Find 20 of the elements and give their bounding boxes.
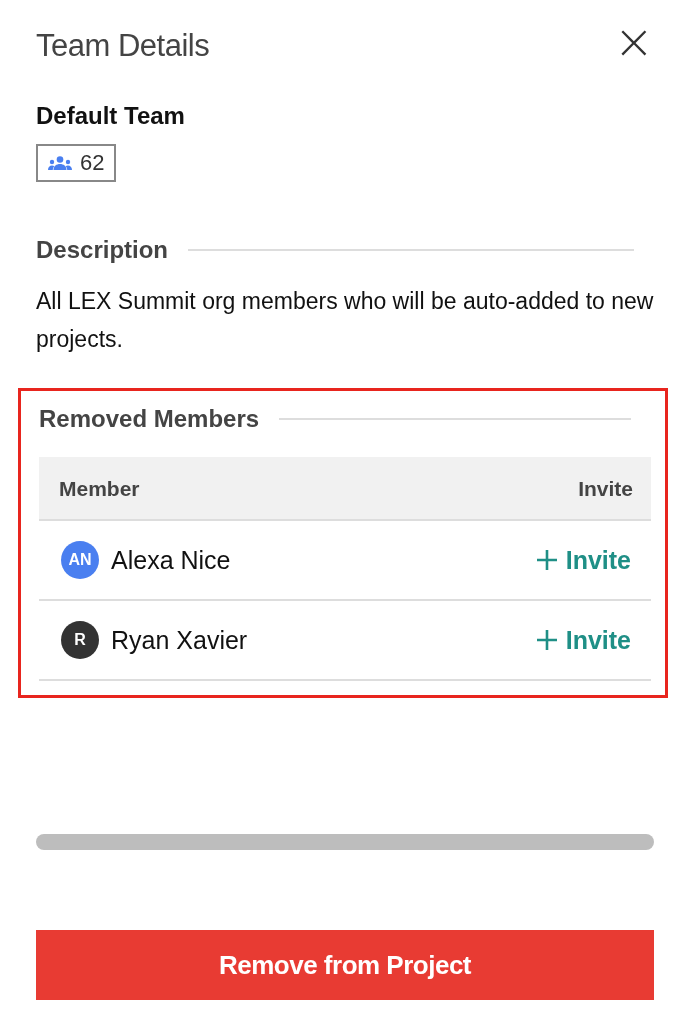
section-heading: Description xyxy=(36,236,169,264)
column-header: Member xyxy=(59,477,140,501)
description-text: All LEX Summit org members who will be auto-added to new projects. xyxy=(36,287,654,354)
plus-icon xyxy=(535,629,558,651)
close-button[interactable]: × xyxy=(613,24,654,58)
avatar: AN xyxy=(61,541,99,579)
invite-button[interactable]: Invite xyxy=(535,625,631,655)
invite-button[interactable]: Invite xyxy=(535,545,631,575)
column-header: Invite xyxy=(578,477,633,501)
plus-icon xyxy=(535,549,558,571)
remove-button[interactable]: Remove from Project xyxy=(36,930,654,1000)
count-text: 62 xyxy=(80,150,105,176)
member-name: Ryan Xavier xyxy=(111,625,249,655)
panel-title: Team Details xyxy=(36,28,210,64)
team-name: Default Team xyxy=(36,102,186,130)
people-icon xyxy=(48,156,72,170)
section-heading: Removed Members xyxy=(39,405,260,433)
member-name: Alexa Nice xyxy=(111,545,232,575)
avatar: R xyxy=(61,621,99,659)
scrollbar[interactable] xyxy=(36,834,654,850)
